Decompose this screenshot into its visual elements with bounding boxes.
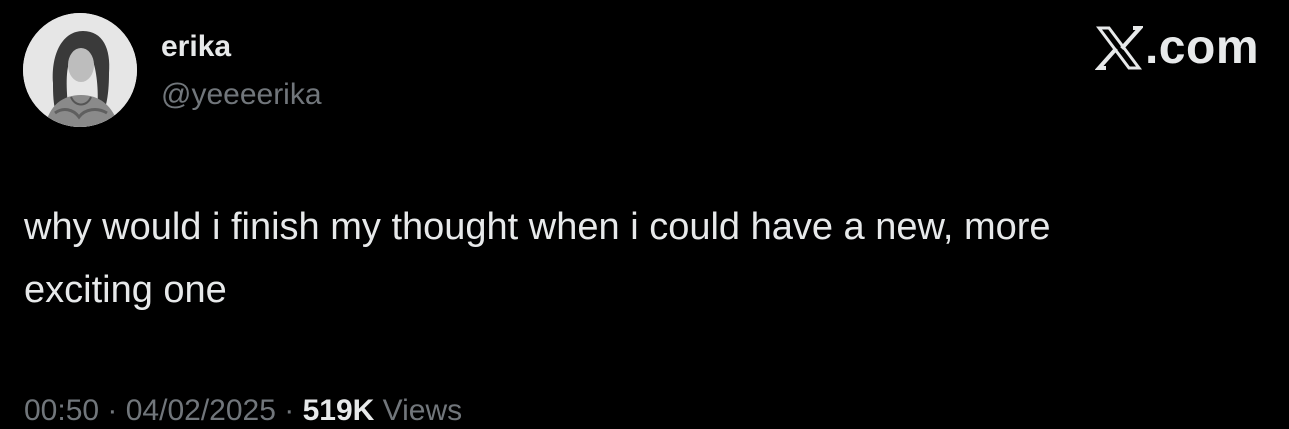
avatar[interactable] [23, 13, 137, 127]
views-label: Views [374, 394, 463, 427]
profile-photo-icon [23, 13, 137, 127]
tweet-text: why would i finish my thought when i cou… [24, 206, 1051, 311]
author-handle[interactable]: @yeeeerika [161, 78, 322, 112]
meta-separator: · [99, 394, 126, 427]
author-name[interactable]: erika [161, 30, 231, 64]
x-logo-icon [1094, 26, 1143, 70]
tweet-time[interactable]: 00:50 [24, 394, 99, 427]
views-count[interactable]: 519K [303, 394, 375, 427]
brand-text: .com [1144, 21, 1259, 74]
tweet-date[interactable]: 04/02/2025 [126, 394, 276, 427]
tweet-card: erika @yeeeerika .com why would i finish… [0, 0, 1289, 429]
meta-separator: · [275, 394, 303, 427]
tweet-meta: 00:50 · 04/02/2025 · 519K Views [24, 393, 462, 429]
brand-watermark: .com [1094, 21, 1259, 74]
